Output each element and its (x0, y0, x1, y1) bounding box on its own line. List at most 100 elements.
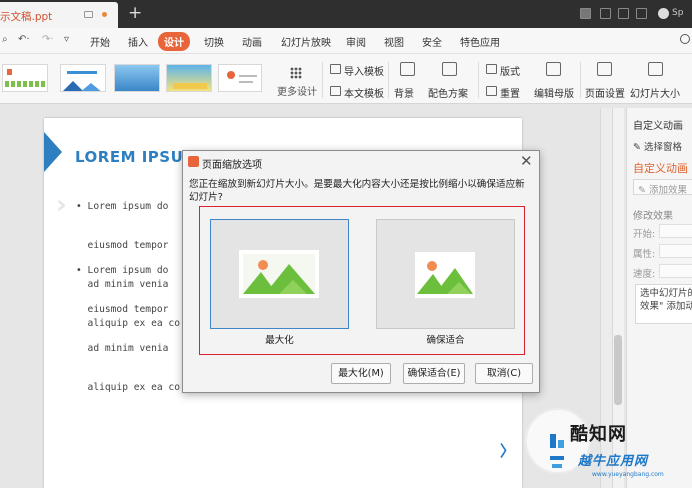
maximize-button[interactable]: 最大化(M) (331, 363, 391, 384)
menu-slideshow[interactable]: 幻灯片放映 (281, 34, 331, 49)
page-setup-button[interactable]: 页面设置 (585, 85, 625, 100)
background-button[interactable]: 背景 (394, 85, 414, 100)
undo-icon[interactable]: ↶· (18, 34, 30, 45)
options-highlight-frame: 最大化 确保适合 (199, 206, 525, 355)
text-template-icon (330, 86, 341, 96)
reset-button[interactable]: 重置 (500, 85, 520, 100)
close-icon[interactable]: ✕ (520, 151, 533, 171)
animation-pane: 自定义动画 ✎ 选择窗格 自定义动画 ✎ 添加效果 修改效果 开始: 属性: 速… (626, 108, 692, 488)
slide-size-button[interactable]: 幻灯片大小 (630, 85, 680, 100)
document-name: 示文稿.ppt (0, 11, 53, 23)
watermark-logo-text: 越牛应用网 (578, 454, 649, 469)
document-icon[interactable] (600, 8, 611, 19)
animation-hint: 选中幻灯片的 效果" 添加动 (635, 284, 692, 324)
share-icon[interactable] (618, 8, 629, 19)
speed-label: 速度: (633, 269, 656, 280)
watermark-text: 酷知网 (570, 424, 627, 445)
edit-master-button[interactable]: 编辑母版 (534, 85, 574, 100)
app-logo-icon (188, 156, 199, 167)
color-scheme-button[interactable]: 配色方案 (428, 85, 468, 100)
slide-size-icon (648, 62, 663, 76)
new-tab-button[interactable]: + (128, 4, 142, 22)
menu-security[interactable]: 安全 (422, 34, 442, 49)
text-template-button[interactable]: 本文模板 (344, 85, 384, 100)
layout-icon (486, 64, 497, 74)
select-pane-link[interactable]: ✎ 选择窗格 (633, 139, 682, 153)
bullet-line: • Lorem ipsum do (76, 201, 169, 212)
ensure-fit-option[interactable] (376, 219, 515, 329)
chevron-right-icon: › (56, 190, 67, 220)
design-thumbnail[interactable] (166, 64, 212, 92)
watermark-logo-icon (550, 434, 564, 468)
start-label: 开始: (633, 229, 656, 240)
bullet-line: ad minim venia (76, 343, 169, 354)
menu-review[interactable]: 审阅 (346, 34, 366, 49)
user-name[interactable]: Sp (672, 8, 683, 18)
import-template-button[interactable]: 导入模板 (344, 63, 384, 78)
ensure-fit-option-label: 确保适合 (426, 335, 465, 346)
select-pane-label: 选择窗格 (643, 142, 682, 153)
menu-home[interactable]: 开始 (90, 34, 110, 49)
modify-effect-label: 修改效果 (633, 211, 673, 222)
menu-view[interactable]: 视图 (384, 34, 404, 49)
dialog-message: 您正在缩放到新幻灯片大小。是要最大化内容大小还是按比例缩小以确保适应新幻灯片? (189, 179, 525, 203)
pane-title-dropdown[interactable]: 自定义动画 (633, 117, 683, 132)
menu-design[interactable]: 设计 (158, 32, 190, 51)
layout-button[interactable]: 版式 (500, 63, 520, 78)
picture-icon (239, 250, 319, 298)
menu-features[interactable]: 特色应用 (460, 34, 500, 49)
customize-icon[interactable]: ▿ (64, 34, 69, 45)
watermark-url: www.yueyangbang.com (592, 471, 664, 478)
page-setup-icon (597, 62, 612, 76)
pane-heading: 自定义动画 (633, 162, 688, 175)
ribbon-divider (478, 62, 479, 98)
design-thumbnail[interactable] (114, 64, 160, 92)
import-template-icon (330, 64, 341, 74)
title-bar: 示文稿.ppt + Sp (0, 0, 692, 28)
avatar[interactable] (658, 8, 669, 19)
search-icon[interactable] (680, 34, 690, 44)
speed-select[interactable] (659, 264, 692, 278)
design-thumbnail[interactable] (2, 64, 48, 92)
menu-bar: ⌕ ↶· ↷· ▿ 开始 插入 设计 切换 动画 幻灯片放映 审阅 视图 安全 … (0, 28, 692, 54)
design-thumbnail[interactable] (60, 64, 106, 92)
color-scheme-icon (442, 62, 457, 76)
ribbon-divider (580, 62, 581, 98)
menu-animation[interactable]: 动画 (242, 34, 262, 49)
bullet-line: • Lorem ipsum do (76, 265, 169, 276)
cancel-button[interactable]: 取消(C) (475, 363, 533, 384)
bullet-text[interactable]: • Lorem ipsum do eiusmod tempor ad minim… (76, 238, 180, 420)
background-icon (400, 62, 415, 76)
more-designs-button[interactable]: 更多设计 (277, 83, 317, 98)
design-ribbon: 更多设计 导入模板 本文模板 背景 配色方案 版式 重置 编辑母版 页面设置 幻… (0, 54, 692, 104)
dialog-title: 页面缩放选项 (202, 160, 262, 171)
window-switch-icon[interactable] (636, 8, 647, 19)
chevron-right-icon: 〉 (500, 442, 516, 460)
title-marker-icon (44, 132, 62, 172)
bullet-line: aliquip ex ea co (76, 382, 180, 393)
document-tab[interactable]: 示文稿.ppt (0, 2, 118, 28)
window-icon[interactable] (84, 11, 93, 18)
start-select[interactable] (659, 224, 692, 238)
app-window: 示文稿.ppt + Sp ⌕ ↶· ↷· ▿ 开始 插入 设计 切换 动画 幻灯… (0, 0, 692, 488)
redo-icon[interactable]: ↷· (42, 34, 54, 45)
ribbon-divider (388, 62, 389, 98)
add-effect-label: 添加效果 (648, 185, 687, 196)
bullet-line: eiusmod tempor (76, 304, 169, 315)
ribbon-divider (322, 62, 323, 98)
design-thumbnail[interactable] (218, 64, 262, 92)
add-effect-button[interactable]: ✎ 添加效果 (633, 179, 692, 196)
layout-icon[interactable] (580, 8, 591, 19)
reset-icon (486, 86, 497, 96)
picture-icon (415, 252, 475, 298)
ensure-fit-button[interactable]: 确保适合(E) (403, 363, 465, 384)
property-select[interactable] (659, 244, 692, 258)
scrollbar-thumb[interactable] (614, 335, 622, 405)
property-label: 属性: (633, 249, 656, 260)
print-preview-icon[interactable]: ⌕ (2, 34, 8, 45)
menu-transition[interactable]: 切换 (204, 34, 224, 49)
maximize-option[interactable] (210, 219, 349, 329)
menu-insert[interactable]: 插入 (128, 34, 148, 49)
page-scale-dialog: 页面缩放选项 ✕ 您正在缩放到新幻灯片大小。是要最大化内容大小还是按比例缩小以确… (182, 150, 540, 393)
edit-master-icon (546, 62, 561, 76)
